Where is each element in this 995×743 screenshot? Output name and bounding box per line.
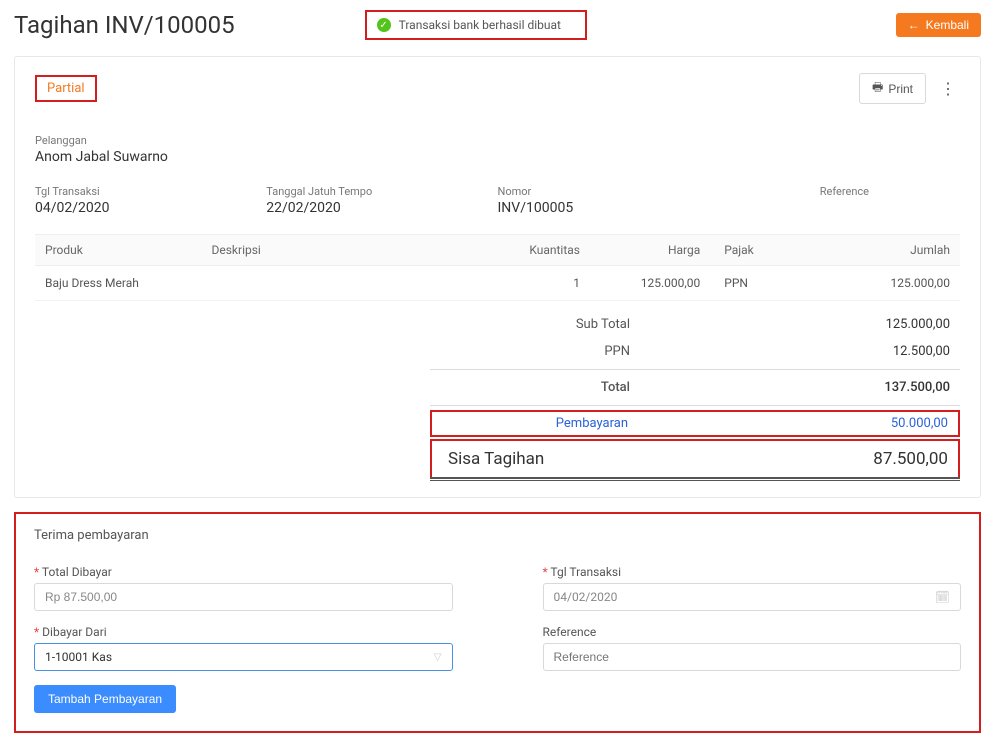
reference-input[interactable] [543, 643, 962, 671]
cell-produk: Baju Dress Merah [35, 266, 202, 301]
cell-harga: 125.000,00 [590, 266, 710, 301]
total-dibayar-label: Total Dibayar [34, 565, 453, 579]
payment-box: Pembayaran 50.000,00 [430, 410, 960, 437]
cell-qty: 1 [498, 266, 591, 301]
items-table: Produk Deskripsi Kuantitas Harga Pajak J… [35, 234, 960, 301]
print-label: Print [888, 82, 913, 96]
col-pajak: Pajak [710, 235, 803, 266]
col-harga: Harga [590, 235, 710, 266]
col-jumlah: Jumlah [803, 235, 960, 266]
tgl-value: 04/02/2020 [35, 200, 266, 216]
customer-label: Pelanggan [35, 134, 960, 147]
tempo-value: 22/02/2020 [266, 200, 497, 216]
nomor-label: Nomor [498, 185, 729, 198]
tempo-label: Tanggal Jatuh Tempo [266, 185, 497, 198]
calendar-icon: 🗓 [935, 590, 950, 604]
customer-name: Anom Jabal Suwarno [35, 149, 960, 165]
reference-label: Reference [543, 625, 962, 639]
payment-title: Terima pembayaran [34, 528, 961, 543]
tgl-transaksi-input[interactable]: 04/02/2020 🗓 [543, 583, 962, 611]
print-button[interactable]: 🖶 Print [859, 73, 926, 104]
ppn-label: PPN [440, 344, 830, 359]
tgl-transaksi-value: 04/02/2020 [554, 590, 618, 604]
dibayar-dari-value: 1-10001 Kas [45, 650, 112, 664]
ppn-value: 12.500,00 [830, 344, 950, 359]
dibayar-dari-label: Dibayar Dari [34, 625, 453, 639]
remaining-box: Sisa Tagihan 87.500,00 [430, 439, 960, 479]
sisa-label: Sisa Tagihan [442, 449, 828, 469]
total-label: Total [440, 380, 830, 395]
customer-block: Pelanggan Anom Jabal Suwarno [35, 134, 960, 165]
invoice-panel: Partial 🖶 Print ⋮ Pelanggan Anom Jabal S… [14, 56, 981, 498]
toast-text: Transaksi bank berhasil dibuat [399, 18, 561, 32]
col-produk: Produk [35, 235, 202, 266]
status-badge: Partial [35, 75, 97, 102]
nomor-value: INV/100005 [498, 200, 729, 216]
total-value: 137.500,00 [830, 380, 950, 395]
cell-pajak: PPN [710, 266, 803, 301]
page-title: Tagihan INV/100005 [14, 11, 235, 39]
chevron-down-icon: ▽ [434, 652, 442, 663]
sisa-value: 87.500,00 [828, 449, 948, 469]
printer-icon: 🖶 [872, 78, 883, 99]
payment-label[interactable]: Pembayaran [442, 416, 828, 431]
success-toast: ✓ Transaksi bank berhasil dibuat [365, 10, 587, 40]
subtotal-value: 125.000,00 [830, 317, 950, 332]
tgl-transaksi-label: Tgl Transaksi [543, 565, 962, 579]
more-button[interactable]: ⋮ [936, 77, 960, 101]
payment-panel: Terima pembayaran Total Dibayar Tgl Tran… [14, 512, 981, 733]
payment-value: 50.000,00 [828, 416, 948, 431]
ref-label: Reference [729, 185, 960, 198]
arrow-left-icon: ← [908, 18, 920, 32]
total-dibayar-input[interactable] [34, 583, 453, 611]
dibayar-dari-select[interactable]: 1-10001 Kas ▽ [34, 643, 453, 671]
back-button[interactable]: ← Kembali [896, 13, 981, 37]
check-icon: ✓ [377, 18, 391, 32]
subtotal-label: Sub Total [440, 317, 830, 332]
cell-deskripsi [202, 266, 498, 301]
cell-jumlah: 125.000,00 [803, 266, 960, 301]
table-row: Baju Dress Merah 1 125.000,00 PPN 125.00… [35, 266, 960, 301]
tgl-label: Tgl Transaksi [35, 185, 266, 198]
col-kuantitas: Kuantitas [498, 235, 591, 266]
col-deskripsi: Deskripsi [202, 235, 498, 266]
back-label: Kembali [926, 18, 969, 32]
summary: Sub Total 125.000,00 PPN 12.500,00 Total… [430, 311, 960, 481]
tambah-pembayaran-button[interactable]: Tambah Pembayaran [34, 685, 176, 713]
